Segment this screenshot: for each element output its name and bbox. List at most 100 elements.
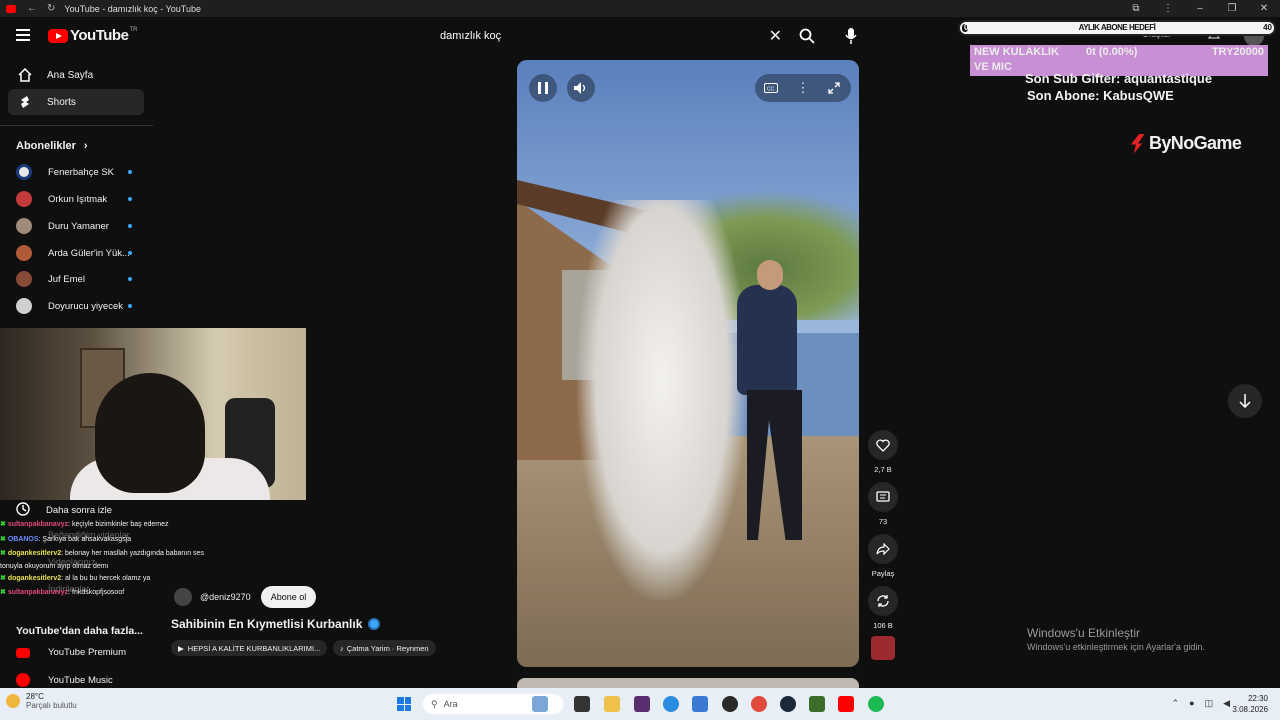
minimize-icon[interactable]: –: [1184, 3, 1216, 14]
clear-search-icon[interactable]: ✕: [769, 26, 782, 46]
app-icon[interactable]: [809, 696, 825, 712]
widgets-icon[interactable]: [532, 696, 548, 712]
fullscreen-icon: [828, 82, 840, 94]
windows-start-icon[interactable]: [397, 697, 411, 711]
browser-title-bar: ← ↻ YouTube - damızlık koç - YouTube ⧉ ⋮…: [0, 0, 1280, 17]
subscription-item[interactable]: Doyurucu yiyecek: [16, 295, 152, 317]
subscription-item[interactable]: Duru Yamaner: [16, 215, 152, 237]
system-clock[interactable]: 22:30 3.08.2026: [1232, 693, 1268, 715]
pause-button[interactable]: [529, 74, 557, 102]
subscriptions-heading[interactable]: Abonelikler ›: [16, 140, 88, 152]
edge-icon[interactable]: [663, 696, 679, 712]
fullscreen-button[interactable]: [820, 74, 848, 102]
new-content-dot: [128, 197, 132, 201]
network-icon[interactable]: ◫: [1205, 698, 1214, 709]
menu-icon[interactable]: [16, 29, 30, 41]
video-title[interactable]: Sahibinin En Kıymetlisi Kurbanlık: [171, 617, 381, 631]
sound-chip[interactable]: ♪ Çatma Yarim · Reynmen: [333, 640, 436, 656]
playlist-chip[interactable]: ▶ HEPSİ A KALİTE KURBANLIKLARIMI...: [171, 640, 328, 656]
search-icon: ⚲: [431, 698, 438, 709]
steam-icon[interactable]: [780, 696, 796, 712]
sub-goal-bar: 0 AYLIK ABONE HEDEFİ 40: [958, 20, 1276, 36]
window-title: YouTube - damızlık koç - YouTube: [64, 3, 201, 14]
remix-icon: [877, 595, 889, 607]
subscription-item[interactable]: Arda Güler'in Yük...: [16, 242, 152, 264]
youtube-music-icon: [16, 673, 30, 687]
sidebar-item-label: Ana Sayfa: [47, 69, 94, 81]
like-icon: [876, 438, 890, 452]
new-content-dot: [128, 224, 132, 228]
channel-avatar[interactable]: [174, 588, 192, 606]
remix-button[interactable]: 106 B: [868, 586, 898, 630]
microphone-tray-icon[interactable]: ●: [1189, 698, 1194, 709]
sidebar-item-home[interactable]: Ana Sayfa: [8, 62, 144, 88]
subscription-item[interactable]: Orkun Işıtmak: [16, 188, 152, 210]
weather-widget[interactable]: 28°C Parçalı bulutlu: [6, 692, 77, 710]
like-button[interactable]: 2,7 B: [868, 430, 898, 474]
chat-message: tonuyla okuyorum ayıp olmaz demı: [0, 562, 109, 570]
verified-badge-icon: [368, 618, 381, 630]
tray-overflow-icon[interactable]: ⌃: [1172, 698, 1180, 709]
close-window-icon[interactable]: ✕: [1248, 3, 1280, 14]
sidebar-item-youtube-music[interactable]: YouTube Music: [16, 673, 113, 687]
clock-icon: [16, 502, 30, 519]
restore-icon[interactable]: ❐: [1216, 3, 1248, 14]
channel-avatar: [16, 191, 32, 207]
sidebar-item-youtube-premium[interactable]: YouTube Premium: [16, 647, 126, 658]
svg-text:CC: CC: [767, 87, 775, 93]
volume-button[interactable]: [567, 74, 595, 102]
extensions-icon[interactable]: ⧉: [1120, 3, 1152, 14]
back-icon[interactable]: ←: [27, 3, 37, 14]
chrome-icon[interactable]: [751, 696, 767, 712]
channel-avatar: [16, 245, 32, 261]
windows-activation-watermark: Windows'u Etkinleştir Windows'u etkinleş…: [1027, 626, 1205, 652]
sound-thumbnail[interactable]: [871, 636, 895, 660]
youtube-logo[interactable]: YouTube TR: [48, 27, 137, 44]
streamer-webcam: [0, 328, 306, 500]
video-frame-man: [732, 260, 822, 560]
file-explorer-icon[interactable]: [604, 696, 620, 712]
youtube-premium-icon: [16, 647, 30, 658]
channel-handle[interactable]: @deniz9270: [200, 592, 251, 602]
captions-button[interactable]: CC: [757, 74, 785, 102]
subscription-item[interactable]: Fenerbahçe SK: [16, 161, 152, 183]
premiere-icon[interactable]: [634, 696, 650, 712]
sidebar-item-watch-later[interactable]: Daha sonra izle: [16, 502, 112, 519]
search-button[interactable]: [790, 22, 824, 50]
more-options-button[interactable]: ⋮: [789, 74, 817, 102]
last-sub-gifter: Son Sub Gifter: aquantastique: [1025, 71, 1213, 86]
sidebar-item-shorts[interactable]: Shorts: [8, 89, 144, 115]
search-query: damızlık koç: [440, 30, 502, 42]
chat-message: ✖ OBANOS: Şarkıya bak ahsakvakasgsja: [0, 535, 132, 543]
weather-icon: [6, 694, 20, 708]
store-icon[interactable]: [692, 696, 708, 712]
windows-taskbar: 28°C Parçalı bulutlu ⚲ Ara ⌃ ● ◫ ◀ 22:30…: [0, 688, 1280, 720]
system-tray: ⌃ ● ◫ ◀: [1172, 698, 1230, 709]
last-subscriber: Son Abone: KabusQWE: [1027, 88, 1174, 103]
more-vert-icon: ⋮: [796, 80, 810, 95]
pause-icon: [538, 82, 548, 94]
search-input[interactable]: damızlık koç ✕: [428, 22, 790, 50]
shorts-video-player[interactable]: CC ⋮: [517, 60, 859, 667]
next-short-preview[interactable]: [517, 678, 859, 688]
comments-button[interactable]: 73: [868, 482, 898, 526]
volume-tray-icon[interactable]: ◀: [1223, 698, 1230, 709]
sponsor-logo: ByNoGame: [1131, 133, 1242, 154]
obs-icon[interactable]: [722, 696, 738, 712]
shorts-icon: [17, 95, 33, 109]
browser-menu-icon[interactable]: ⋮: [1152, 3, 1184, 14]
divider: [0, 125, 153, 126]
sidebar-item-label: Shorts: [47, 96, 76, 108]
chat-message: ✖ sultanpakbanavyz: keçiyle bizimkinler …: [0, 521, 169, 528]
youtube-app-icon[interactable]: [838, 696, 854, 712]
more-from-youtube-heading: YouTube'dan daha fazla...: [16, 625, 143, 637]
next-short-button[interactable]: [1228, 384, 1262, 418]
task-view-icon[interactable]: [574, 696, 590, 712]
share-button[interactable]: Paylaş: [868, 534, 898, 578]
comment-icon: [876, 490, 890, 502]
subscription-item[interactable]: Juf Emel: [16, 268, 152, 290]
subscribe-button[interactable]: Abone ol: [260, 586, 317, 608]
spotify-icon[interactable]: [868, 696, 884, 712]
reload-icon[interactable]: ↻: [47, 3, 55, 14]
voice-search-button[interactable]: [838, 23, 864, 49]
